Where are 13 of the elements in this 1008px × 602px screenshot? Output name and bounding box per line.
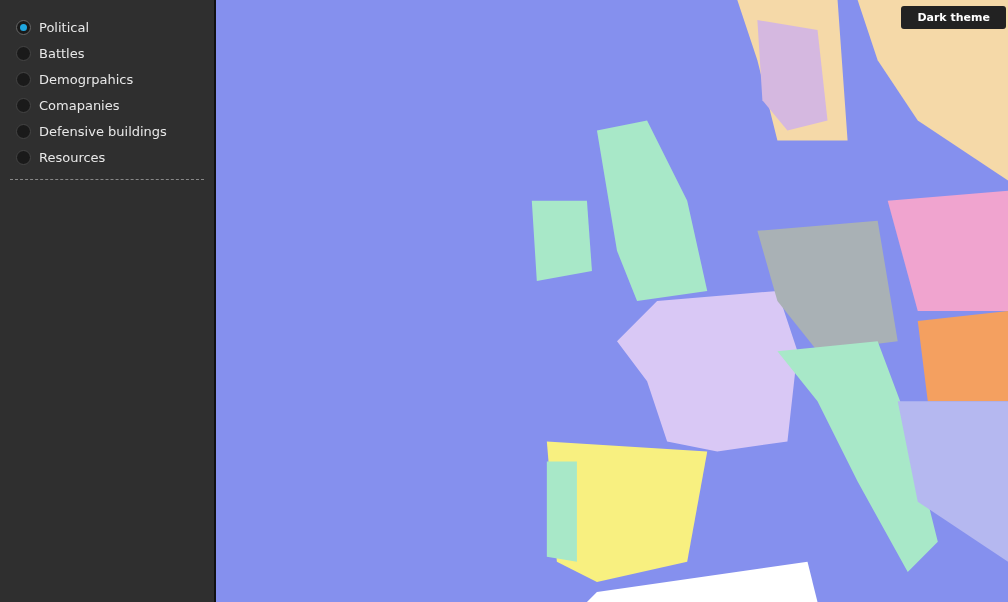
dark-theme-button[interactable]: Dark theme <box>901 6 1006 29</box>
layer-option[interactable]: Demogrpahics <box>10 72 204 87</box>
radio-button[interactable] <box>16 20 31 35</box>
radio-button[interactable] <box>16 72 31 87</box>
radio-button[interactable] <box>16 46 31 61</box>
layer-option[interactable]: Battles <box>10 46 204 61</box>
layer-option[interactable]: Comapanies <box>10 98 204 113</box>
radio-button[interactable] <box>16 98 31 113</box>
layer-option[interactable]: Political <box>10 20 204 35</box>
radio-button[interactable] <box>16 150 31 165</box>
layer-option[interactable]: Resources <box>10 150 204 165</box>
layer-option[interactable]: Defensive buildings <box>10 124 204 139</box>
radio-button[interactable] <box>16 124 31 139</box>
